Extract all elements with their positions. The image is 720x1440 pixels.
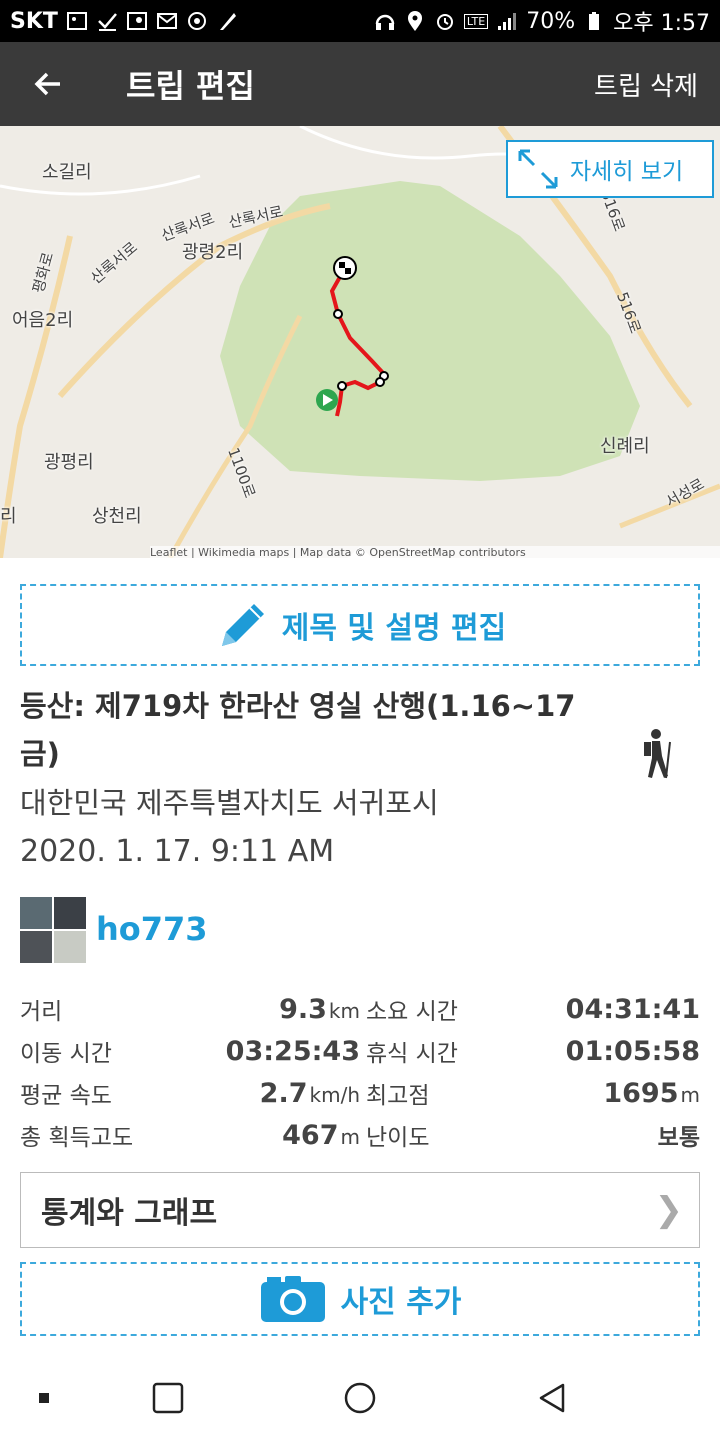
pencil-icon — [221, 604, 264, 646]
nav-menu-button[interactable] — [22, 1376, 66, 1420]
start-marker-icon — [316, 389, 338, 411]
app-bar: 트립 편집 트립 삭제 — [0, 42, 720, 126]
elevation-gain-label: 총 획득고도 — [20, 1125, 134, 1151]
username[interactable]: ho773 — [96, 910, 208, 948]
route-waypoint — [337, 381, 347, 391]
difficulty-label: 난이도 — [366, 1125, 430, 1151]
duration-label: 소요 시간 — [366, 999, 458, 1025]
difficulty-cell: 보통 — [500, 1118, 700, 1152]
distance-cell: 9.3 km — [160, 994, 360, 1025]
peak-cell: 1695 m — [500, 1078, 700, 1109]
hiking-app-icon — [216, 10, 238, 32]
distance-value: 9.3 — [279, 993, 327, 1025]
map-label-eoeum2: 어음2리 — [12, 310, 74, 331]
alarm-icon — [434, 10, 456, 32]
hiker-icon — [644, 729, 671, 779]
recents-icon — [152, 1382, 184, 1414]
moving-time-cell: 03:25:43 — [160, 1036, 360, 1067]
gallery-notification-icon — [66, 10, 88, 32]
map-label-sogil: 소길리 — [42, 162, 92, 183]
finish-flag-icon — [333, 256, 357, 280]
signal-icon — [496, 10, 518, 32]
avg-speed-unit: km/h — [309, 1082, 360, 1107]
map-label-sinrye: 신례리 — [600, 436, 650, 457]
rest-time-label: 휴식 시간 — [366, 1041, 458, 1067]
back-arrow-icon — [34, 72, 60, 96]
trip-title: 등산: 제719차 한라산 영실 산행(1.16~17 금) — [20, 689, 576, 771]
battery-icon — [583, 10, 605, 32]
status-left: SKT — [10, 9, 238, 34]
add-photo-label: 사진 추가 — [340, 1285, 462, 1320]
elevation-gain-cell: 467 m — [160, 1120, 360, 1151]
avg-speed-cell: 2.7 km/h — [160, 1078, 360, 1109]
nav-home-button[interactable] — [338, 1376, 382, 1420]
battery-percent: 70% — [526, 8, 576, 34]
peak-unit: m — [680, 1082, 700, 1107]
system-nav-bar — [0, 1356, 720, 1440]
moving-time-label: 이동 시간 — [20, 1041, 112, 1067]
page-title: 트립 편집 — [126, 67, 255, 105]
add-photo-button[interactable]: 사진 추가 — [20, 1262, 700, 1336]
map-label-gwangpyeong: 광평리 — [44, 452, 94, 473]
stat-row: 이동 시간 03:25:43 휴식 시간 01:05:58 — [20, 1030, 700, 1072]
map-label-gwangryeong2: 광령2리 — [182, 242, 244, 263]
edit-title-description-button[interactable]: 제목 및 설명 편집 — [20, 584, 700, 666]
rest-time-cell: 01:05:58 — [500, 1036, 700, 1067]
status-bar: SKT LTE 70% 오후 1:57 — [0, 0, 720, 42]
moving-time-value: 03:25:43 — [225, 1035, 360, 1067]
clock: 오후 1:57 — [613, 11, 710, 36]
stats-graph-label: 통계와 그래프 — [41, 1196, 218, 1231]
map-notification-icon — [126, 10, 148, 32]
difficulty-value: 보통 — [657, 1125, 700, 1151]
camera-icon — [260, 1276, 325, 1322]
duration-value: 04:31:41 — [565, 993, 700, 1025]
chevron-right-icon: ❯ — [654, 1190, 684, 1230]
mail-icon — [156, 10, 178, 32]
route-waypoint — [375, 377, 385, 387]
peak-value: 1695 — [603, 1077, 679, 1109]
carrier-label: SKT — [10, 8, 58, 34]
stat-row: 거리 9.3 km 소요 시간 04:31:41 — [20, 988, 700, 1030]
lte-label: LTE — [463, 13, 489, 29]
rest-time-value: 01:05:58 — [565, 1035, 700, 1067]
user-avatar[interactable] — [20, 897, 86, 963]
check-icon — [96, 10, 118, 32]
peak-label: 최고점 — [366, 1083, 430, 1109]
map-detail-button[interactable]: 자세히 보기 — [506, 140, 714, 198]
trip-map[interactable]: 소길리 광령2리 어음2리 광평리 상천리 신례리 산록서로 산록서로 산록서로… — [0, 126, 720, 558]
stat-row: 총 획득고도 467 m 난이도 보통 — [20, 1114, 700, 1156]
stats-graph-button[interactable]: 통계와 그래프 ❯ — [20, 1172, 700, 1248]
nav-recents-button[interactable] — [146, 1376, 190, 1420]
stat-row: 평균 속도 2.7 km/h 최고점 1695 m — [20, 1072, 700, 1114]
map-label-sangcheon: 상천리 — [92, 506, 142, 527]
sync-icon — [186, 10, 208, 32]
elevation-gain-value: 467 — [282, 1119, 339, 1151]
status-right: LTE 70% 오후 1:57 — [374, 5, 710, 37]
avg-speed-value: 2.7 — [259, 1077, 308, 1109]
elevation-gain-unit: m — [340, 1124, 360, 1149]
map-label-partial: 리 — [0, 506, 17, 527]
back-triangle-icon — [539, 1383, 565, 1413]
map-detail-label: 자세히 보기 — [570, 159, 684, 185]
route-waypoint — [333, 309, 343, 319]
nav-back-button[interactable] — [530, 1376, 574, 1420]
delete-trip-button[interactable]: 트립 삭제 — [594, 66, 698, 103]
home-icon — [344, 1382, 376, 1414]
road-minor-2 — [0, 174, 201, 196]
edit-label: 제목 및 설명 편집 — [281, 611, 507, 646]
trip-stats: 거리 9.3 km 소요 시간 04:31:41 이동 시간 03:25:43 휴… — [20, 988, 700, 1156]
distance-unit: km — [328, 998, 360, 1023]
trip-datetime: 2020. 1. 17. 9:11 AM — [20, 834, 335, 869]
headset-icon — [374, 10, 396, 32]
duration-cell: 04:31:41 — [500, 994, 700, 1025]
back-button[interactable] — [0, 42, 96, 126]
dot-icon — [39, 1393, 49, 1403]
avg-speed-label: 평균 속도 — [20, 1083, 112, 1109]
expand-icon — [518, 149, 558, 189]
map-attribution[interactable]: Leaflet | Wikimedia maps | Map data © Op… — [150, 546, 720, 558]
distance-label: 거리 — [20, 999, 63, 1025]
trip-location: 대한민국 제주특별자치도 서귀포시 — [20, 786, 439, 820]
location-icon — [404, 10, 426, 32]
